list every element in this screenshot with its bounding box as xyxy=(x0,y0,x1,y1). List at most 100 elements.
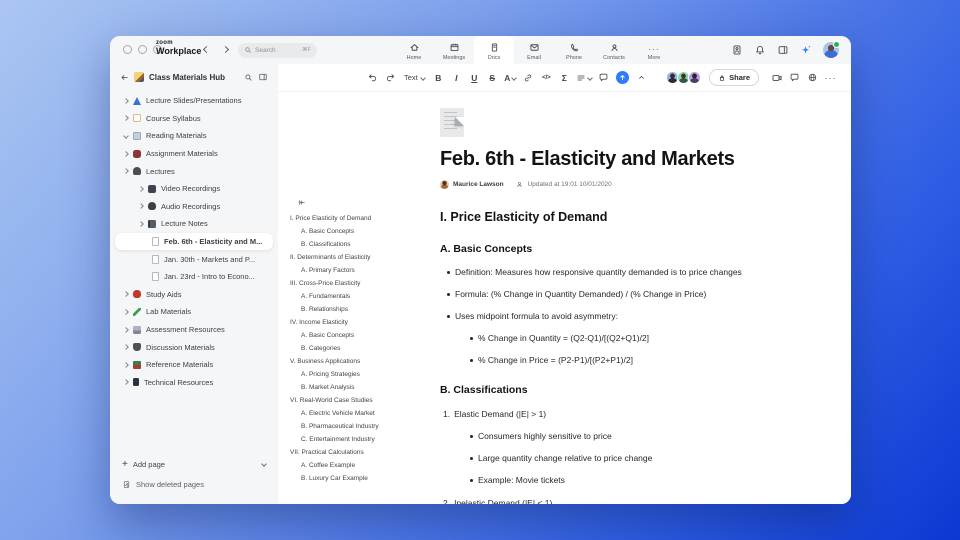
toc-item[interactable]: A. Fundamentals xyxy=(290,290,432,303)
bullet-item[interactable]: Example: Movie tickets xyxy=(463,475,792,485)
toc-item[interactable]: B. Pharmaceutical Industry xyxy=(290,420,432,433)
toc-item[interactable]: C. Entertainment Industry xyxy=(290,433,432,446)
toc-item[interactable]: B. Classifications xyxy=(290,238,432,251)
bullet-item[interactable]: Large quantity change relative to price … xyxy=(463,453,792,463)
chevron-right-icon[interactable] xyxy=(138,185,144,192)
notifications-bell-icon[interactable] xyxy=(754,44,766,56)
toc-item[interactable]: II. Determinants of Elasticity xyxy=(290,251,432,264)
collaborator-avatars[interactable] xyxy=(666,71,702,84)
tab-meetings[interactable]: Meetings xyxy=(434,36,474,64)
tree-item-course-syllabus[interactable]: Course Syllabus xyxy=(115,110,273,128)
toc-item[interactable]: V. Business Applications xyxy=(290,355,432,368)
tab-email[interactable]: Email xyxy=(514,36,554,64)
heading-price-elasticity[interactable]: I. Price Elasticity of Demand xyxy=(440,210,792,224)
tree-item-lab-materials[interactable]: Lab Materials xyxy=(115,303,273,321)
toc-item[interactable]: VII. Practical Calculations xyxy=(290,446,432,459)
heading-basic-concepts[interactable]: A. Basic Concepts xyxy=(440,243,792,255)
undo-button[interactable] xyxy=(364,69,381,87)
chevron-right-icon[interactable] xyxy=(123,379,129,386)
language-button[interactable] xyxy=(804,69,821,87)
tree-item-feb-6th[interactable]: Feb. 6th - Elasticity and M... xyxy=(115,232,273,251)
tab-home[interactable]: Home xyxy=(394,36,434,64)
tree-item-reference-materials[interactable]: Reference Materials xyxy=(115,356,273,374)
tab-phone[interactable]: Phone xyxy=(554,36,594,64)
tree-item-assessment-resources[interactable]: Assessment Resources xyxy=(115,321,273,339)
italic-button[interactable]: I xyxy=(448,69,465,87)
insert-link-button[interactable] xyxy=(520,69,537,87)
toc-item[interactable]: B. Market Analysis xyxy=(290,381,432,394)
toc-item[interactable]: B. Categories xyxy=(290,342,432,355)
toc-item[interactable]: A. Coffee Example xyxy=(290,459,432,472)
bullet-item[interactable]: Definition: Measures how responsive quan… xyxy=(440,267,792,277)
profile-card-icon[interactable] xyxy=(731,44,743,56)
redo-button[interactable] xyxy=(382,69,399,87)
numbered-item[interactable]: 1. Elastic Demand (|E| > 1) xyxy=(440,409,792,419)
more-options-button[interactable]: ··· xyxy=(822,69,839,87)
back-arrow-icon[interactable] xyxy=(120,73,129,82)
tree-item-audio-recordings[interactable]: Audio Recordings xyxy=(115,198,273,216)
text-style-dropdown[interactable]: Text xyxy=(400,69,429,87)
tab-more[interactable]: ··· More xyxy=(634,36,674,64)
bullet-item[interactable]: Consumers highly sensitive to price xyxy=(463,431,792,441)
tree-item-lecture-slides[interactable]: Lecture Slides/Presentations xyxy=(115,92,273,110)
tree-item-technical-resources[interactable]: Technical Resources xyxy=(115,374,273,392)
bullet-item[interactable]: Uses midpoint formula to avoid asymmetry… xyxy=(440,311,792,321)
chevron-right-icon[interactable] xyxy=(123,150,129,157)
ai-companion-button[interactable] xyxy=(615,71,629,84)
chevron-right-icon[interactable] xyxy=(123,115,129,122)
start-video-button[interactable] xyxy=(768,69,785,87)
bullet-item[interactable]: % Change in Price = (P2-P1)/[(P2+P1)/2] xyxy=(463,355,792,365)
tree-item-jan-30th[interactable]: Jan. 30th - Markets and P... xyxy=(115,250,273,268)
tree-item-lectures[interactable]: Lectures xyxy=(115,162,273,180)
ai-sparkle-icon[interactable] xyxy=(800,44,812,56)
chat-button[interactable] xyxy=(786,69,803,87)
toc-item[interactable]: A. Basic Concepts xyxy=(290,225,432,238)
toc-item[interactable]: I. Price Elasticity of Demand xyxy=(290,212,432,225)
document-title[interactable]: Feb. 6th - Elasticity and Markets xyxy=(440,148,792,171)
text-color-dropdown[interactable]: A xyxy=(502,69,519,87)
toc-item[interactable]: VI. Real-World Case Studies xyxy=(290,394,432,407)
tree-item-assignment-materials[interactable]: Assignment Materials xyxy=(115,145,273,163)
global-search-input[interactable]: Search ⌘F xyxy=(238,42,317,58)
tree-item-discussion-materials[interactable]: Discussion Materials xyxy=(115,338,273,356)
toc-item[interactable]: B. Relationships xyxy=(290,303,432,316)
bullet-item[interactable]: Formula: (% Change in Quantity Demanded)… xyxy=(440,289,792,299)
user-avatar[interactable] xyxy=(823,41,840,58)
chevron-right-icon[interactable] xyxy=(123,97,129,104)
collapse-toc-button[interactable] xyxy=(297,198,432,207)
numbered-item[interactable]: 2. Inelastic Demand (|E| < 1) xyxy=(440,498,792,504)
toc-item[interactable]: A. Primary Factors xyxy=(290,264,432,277)
chevron-right-icon[interactable] xyxy=(138,203,144,210)
tree-item-jan-23rd[interactable]: Jan. 23rd - Intro to Econo... xyxy=(115,268,273,286)
tree-item-lecture-notes[interactable]: Lecture Notes xyxy=(115,215,273,233)
toc-item[interactable]: A. Basic Concepts xyxy=(290,329,432,342)
forward-icon[interactable] xyxy=(221,45,230,54)
chevron-right-icon[interactable] xyxy=(123,309,129,315)
comment-button[interactable] xyxy=(595,69,612,87)
chevron-right-icon[interactable] xyxy=(123,326,129,333)
back-icon[interactable] xyxy=(202,45,211,54)
share-button[interactable]: Share xyxy=(709,69,759,86)
sidebar-search-icon[interactable] xyxy=(244,73,253,82)
chevron-right-icon[interactable] xyxy=(138,221,144,227)
tab-docs[interactable]: Docs xyxy=(474,36,514,64)
tree-item-video-recordings[interactable]: Video Recordings xyxy=(115,180,273,198)
toc-item[interactable]: IV. Income Elasticity xyxy=(290,316,432,329)
collapse-panel-icon[interactable] xyxy=(258,72,268,82)
show-deleted-pages-button[interactable]: Show deleted pages xyxy=(122,476,266,492)
chevron-down-icon[interactable] xyxy=(123,133,129,139)
bold-button[interactable]: B xyxy=(430,69,447,87)
toc-item[interactable]: III. Cross-Price Elasticity xyxy=(290,277,432,290)
toc-item[interactable]: A. Pricing Strategies xyxy=(290,368,432,381)
toc-item[interactable]: A. Electric Vehicle Market xyxy=(290,407,432,420)
tree-item-study-aids[interactable]: Study Aids xyxy=(115,286,273,304)
side-panel-icon[interactable] xyxy=(777,44,789,56)
bullet-item[interactable]: % Change in Quantity = (Q2-Q1)/[(Q2+Q1)/… xyxy=(463,333,792,343)
list-format-dropdown[interactable] xyxy=(574,69,594,87)
chevron-right-icon[interactable] xyxy=(123,291,129,298)
toc-item[interactable]: B. Luxury Car Example xyxy=(290,472,432,485)
chevron-down-icon[interactable] xyxy=(261,461,267,467)
add-page-button[interactable]: + Add page xyxy=(122,456,267,472)
formula-button[interactable]: Σ xyxy=(556,69,573,87)
chevron-right-icon[interactable] xyxy=(123,344,129,350)
